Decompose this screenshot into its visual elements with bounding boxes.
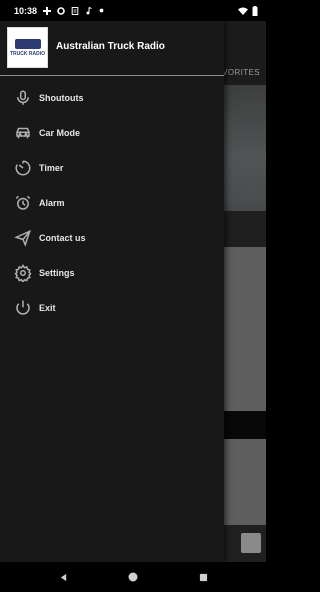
menu-item-timer[interactable]: Timer: [0, 150, 224, 185]
menu-label: Contact us: [39, 232, 86, 243]
menu-label: Settings: [39, 267, 75, 278]
power-icon: [14, 299, 32, 317]
drawer-menu: Shoutouts Car Mode Timer Alarm Contact u…: [0, 76, 224, 325]
menu-item-alarm[interactable]: Alarm: [0, 185, 224, 220]
menu-item-settings[interactable]: Settings: [0, 255, 224, 290]
car-icon: [14, 124, 32, 142]
gear-icon: [14, 263, 32, 282]
gear-icon: [57, 6, 65, 15]
app-logo: TRUCK RADIO: [7, 27, 48, 68]
alarm-clock-icon: [14, 194, 32, 212]
system-navigation-bar: [0, 562, 266, 592]
back-icon[interactable]: [56, 570, 70, 584]
menu-label: Shoutouts: [39, 92, 84, 103]
menu-label: Car Mode: [39, 127, 81, 138]
home-icon[interactable]: [126, 570, 140, 584]
plus-cross-icon: [43, 6, 52, 15]
mini-player-logo[interactable]: [241, 533, 261, 553]
drawer-header: TRUCK RADIO Australian Truck Radio: [0, 21, 224, 76]
menu-label: Exit: [39, 302, 56, 313]
menu-item-exit[interactable]: Exit: [0, 290, 224, 325]
app-title: Australian Truck Radio: [56, 41, 165, 52]
clipboard-icon: [71, 6, 79, 15]
truck-logo-graphic: [14, 38, 41, 49]
recents-icon[interactable]: [196, 570, 210, 584]
wifi-icon: [238, 7, 248, 15]
navigation-drawer: TRUCK RADIO Australian Truck Radio Shout…: [0, 21, 224, 562]
menu-item-shoutouts[interactable]: Shoutouts: [0, 80, 224, 115]
music-note-icon: [86, 6, 92, 14]
menu-label: Alarm: [39, 197, 65, 208]
send-icon: [14, 229, 32, 247]
dot-icon: [99, 8, 104, 13]
status-bar: 10:38: [0, 0, 266, 21]
menu-item-contact-us[interactable]: Contact us: [0, 220, 224, 255]
microphone-icon: [14, 89, 32, 107]
battery-icon: [252, 5, 258, 16]
menu-item-car-mode[interactable]: Car Mode: [0, 115, 224, 150]
menu-label: Timer: [39, 162, 64, 173]
status-time: 10:38: [14, 5, 38, 16]
timer-icon: [14, 159, 32, 177]
logo-text: TRUCK RADIO: [10, 50, 45, 57]
